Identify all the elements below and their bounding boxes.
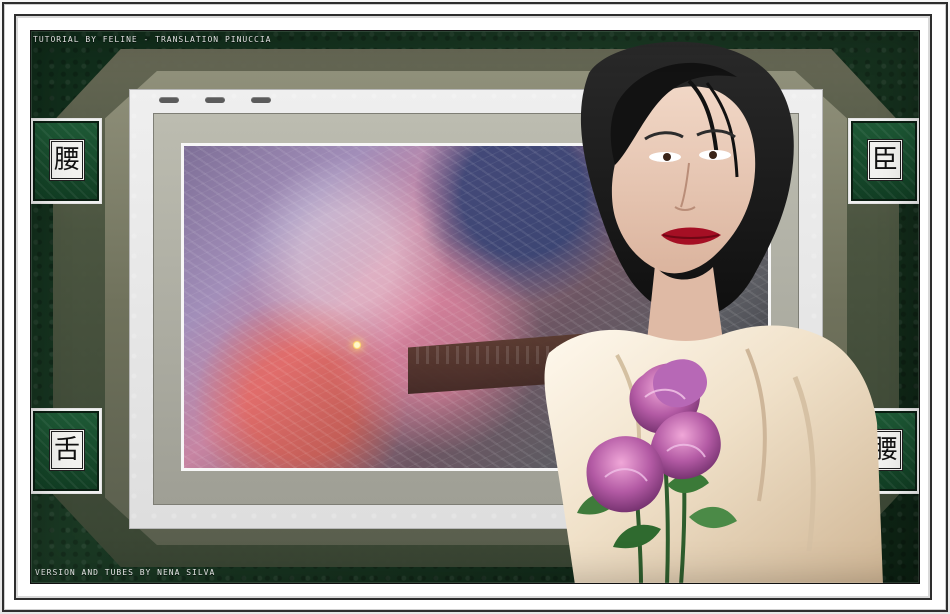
- version-caption: VERSION AND TUBES BY NENA SILVA: [35, 568, 216, 577]
- side-tile-top-right: 臣: [849, 119, 919, 203]
- tile-character: 腰: [867, 429, 903, 471]
- side-tile-bottom-right: 腰: [849, 409, 919, 493]
- tile-character: 臣: [867, 139, 903, 181]
- side-tile-top-left: 腰: [31, 119, 101, 203]
- artwork-canvas: 腰 舌 臣 腰 TUTORIAL BY FELINE - TRANSLATION…: [0, 0, 950, 614]
- lantern-glow: [352, 340, 362, 350]
- tile-character: 腰: [49, 139, 85, 181]
- decor-bar: [205, 97, 225, 103]
- tile-character: 舌: [49, 429, 85, 471]
- side-tile-bottom-left: 舌: [31, 409, 101, 493]
- tutorial-caption: TUTORIAL BY FELINE - TRANSLATION PINUCCI…: [33, 35, 272, 44]
- artwork-panel: 腰 舌 臣 腰 TUTORIAL BY FELINE - TRANSLATION…: [30, 30, 920, 584]
- landscape-image: [181, 143, 771, 471]
- bridge-image: [408, 332, 604, 394]
- decor-bar: [251, 97, 271, 103]
- decor-bar: [159, 97, 179, 103]
